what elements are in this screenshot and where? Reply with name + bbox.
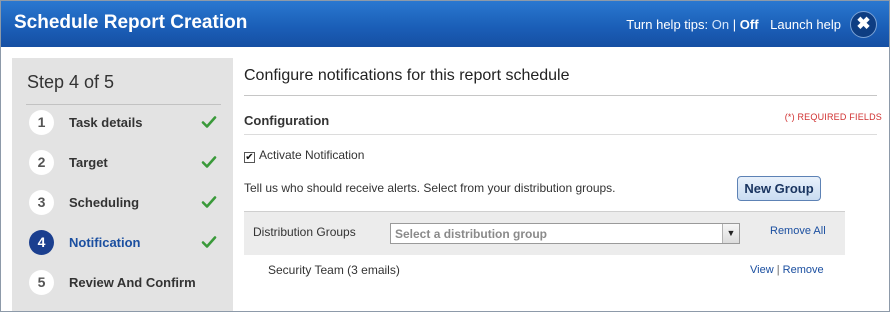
step-task-details[interactable]: 1 Task details [27, 107, 227, 139]
distribution-groups-row: Distribution Groups Select a distributio… [244, 211, 845, 255]
step-number: 3 [29, 190, 54, 215]
step-number: 2 [29, 150, 54, 175]
step-label: Scheduling [69, 195, 140, 210]
step-label: Review And Confirm [69, 275, 196, 290]
distribution-group-select[interactable]: Select a distribution group ▼ [390, 223, 740, 244]
help-tips-label: Turn help tips: [626, 17, 709, 32]
distribution-groups-label: Distribution Groups [253, 225, 356, 239]
configuration-heading: Configuration [244, 113, 330, 128]
step-number: 5 [29, 270, 54, 295]
close-icon[interactable]: ✖ [850, 11, 877, 38]
step-notification[interactable]: 4 Notification [27, 227, 227, 259]
step-target[interactable]: 2 Target [27, 147, 227, 179]
step-label: Task details [69, 115, 143, 130]
schedule-report-dialog: Schedule Report Creation Turn help tips:… [0, 0, 890, 312]
checkmark-icon [201, 196, 217, 208]
checkmark-icon [201, 236, 217, 248]
remove-group-link[interactable]: Remove [783, 264, 824, 276]
required-fields-note: (*) REQUIRED FIELDS [784, 112, 882, 122]
actions-separator: | [776, 264, 780, 276]
select-placeholder: Select a distribution group [395, 227, 548, 241]
step-progress-heading: Step 4 of 5 [27, 72, 115, 92]
step-number: 1 [29, 110, 54, 135]
group-name: Security Team (3 emails) [268, 263, 400, 277]
group-actions: View | Remove [750, 264, 824, 276]
help-tips-off-link[interactable]: Off [740, 17, 759, 32]
dialog-title: Schedule Report Creation [14, 12, 248, 33]
step-label: Target [69, 155, 108, 170]
checkbox-checked-icon[interactable]: ✔ [244, 152, 255, 163]
step-number: 4 [29, 230, 54, 255]
list-item: Security Team (3 emails) View | Remove [268, 263, 838, 283]
new-group-button[interactable]: New Group [737, 176, 821, 201]
step-scheduling[interactable]: 3 Scheduling [27, 187, 227, 219]
help-controls: Turn help tips: On | Off Launch help [626, 17, 841, 32]
recipients-instructions: Tell us who should receive alerts. Selec… [244, 181, 616, 195]
title-bar: Schedule Report Creation Turn help tips:… [1, 1, 889, 47]
checkmark-icon [201, 116, 217, 128]
step-label: Notification [69, 235, 141, 250]
help-tips-separator: | [732, 17, 737, 32]
launch-help-link[interactable]: Launch help [770, 17, 841, 32]
checkmark-icon [201, 156, 217, 168]
remove-all-link[interactable]: Remove All [770, 225, 826, 237]
page-title: Configure notifications for this report … [244, 67, 570, 84]
wizard-steps-sidebar: Step 4 of 5 1 Task details 2 Target 3 Sc… [12, 58, 233, 311]
sidebar-divider [26, 104, 221, 105]
activate-notification-checkbox[interactable]: ✔ Activate Notification [244, 148, 364, 163]
view-group-link[interactable]: View [750, 264, 774, 276]
activate-notification-label: Activate Notification [259, 148, 365, 162]
title-divider [244, 95, 877, 96]
chevron-down-icon[interactable]: ▼ [722, 224, 739, 243]
step-review-and-confirm[interactable]: 5 Review And Confirm [27, 267, 227, 299]
section-divider [244, 134, 877, 135]
help-tips-on-link[interactable]: On [712, 17, 729, 32]
